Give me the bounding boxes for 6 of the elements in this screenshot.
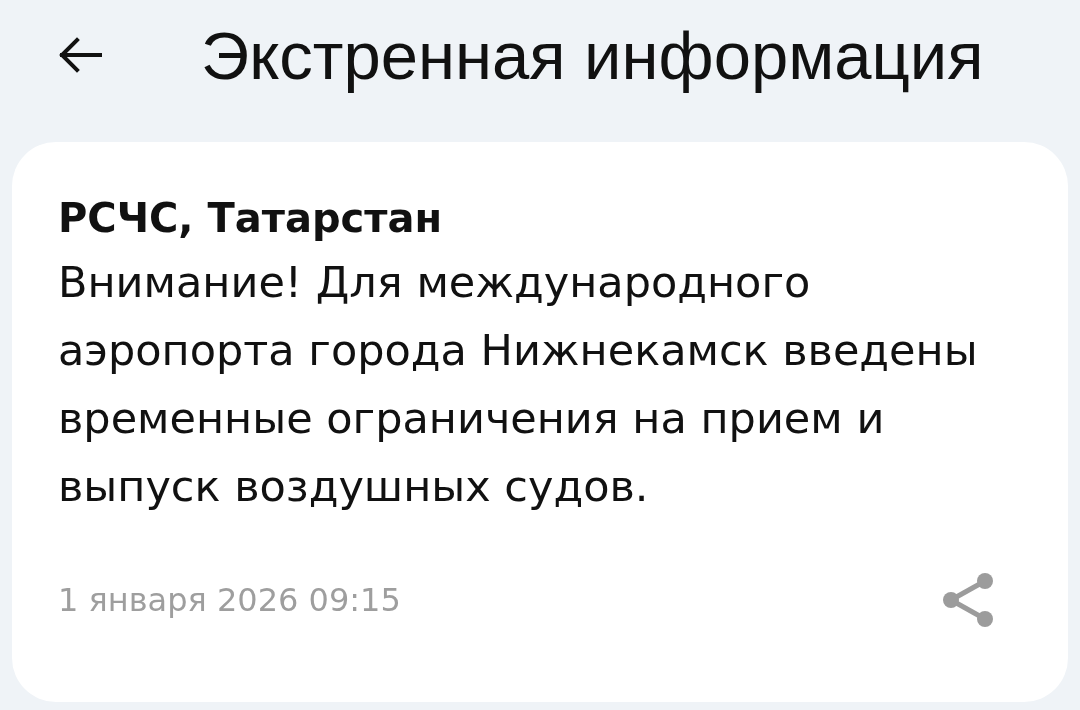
alert-message: Внимание! Для международного аэропорта города Нижнекамск введены временные ограничения на прием и выпуск воздушных судов. (58, 256, 979, 513)
share-button[interactable] (940, 570, 996, 630)
alert-timestamp: 1 января 2026 09:15 (58, 580, 401, 621)
back-arrow-icon (58, 37, 102, 73)
alert-source: РСЧС, Татарстан (58, 194, 444, 243)
share-icon (941, 571, 995, 629)
